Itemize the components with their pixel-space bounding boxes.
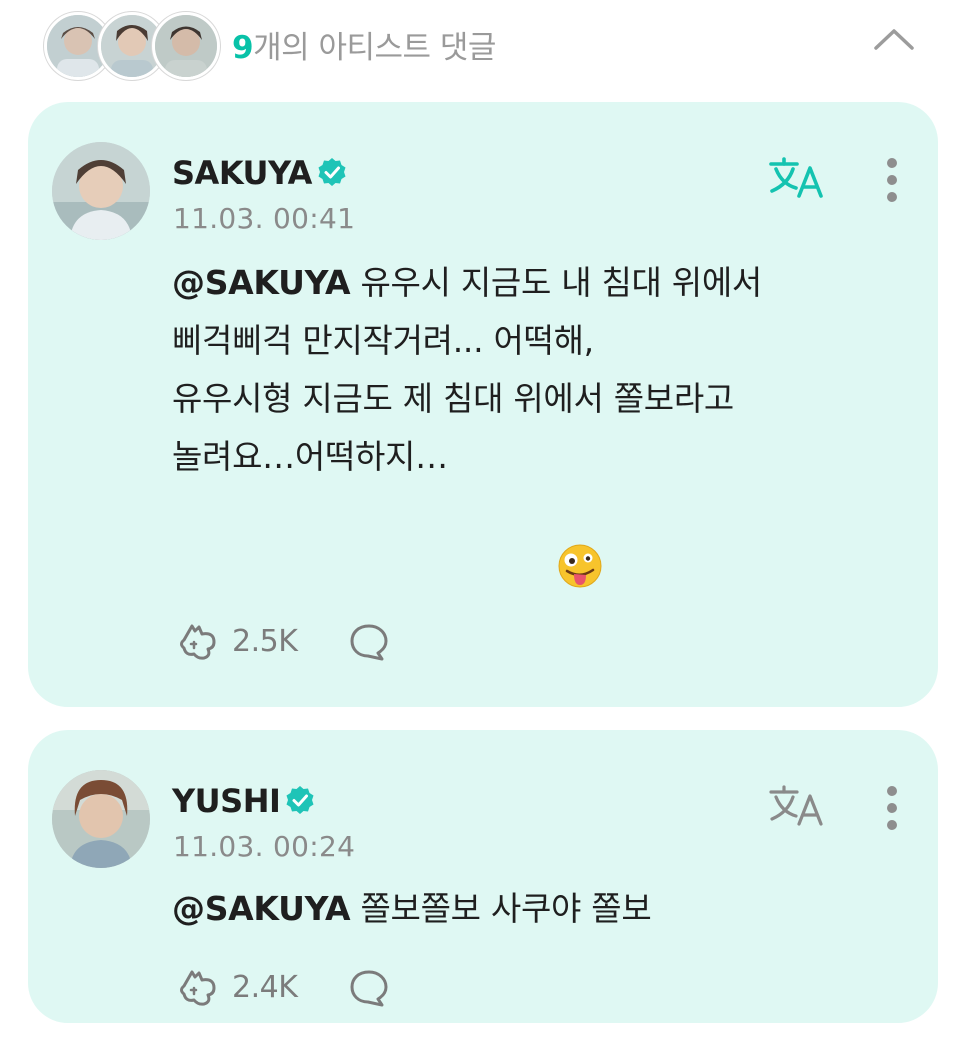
reply-icon[interactable] <box>348 968 390 1008</box>
author-name[interactable]: SAKUYA <box>172 154 348 192</box>
comment-timestamp: 11.03. 00:41 <box>173 202 356 235</box>
mention-link[interactable]: @SAKUYA <box>172 889 351 928</box>
chevron-up-icon[interactable] <box>872 24 916 54</box>
comment-actions: 2.5K <box>176 620 416 664</box>
like-count: 2.4K <box>232 970 298 1005</box>
comment-line: 유우시형 지금도 제 침대 위에서 쫄보라고 <box>172 379 734 418</box>
comment-count-label: 개의 아티스트 댓글 <box>253 30 496 66</box>
avatar[interactable] <box>52 142 150 240</box>
comment-line: 놀려요…어떡하지… <box>172 437 448 476</box>
author-name-text: YUSHI <box>172 782 281 820</box>
comment-body: @SAKUYA 쫄보쫄보 사쿠야 쫄보 <box>172 880 652 938</box>
comment-line: 쫄보쫄보 사쿠야 쫄보 <box>350 889 652 928</box>
reply-icon[interactable] <box>348 622 390 662</box>
comment-line: 유우시 지금도 내 침대 위에서 <box>350 263 762 302</box>
translate-icon[interactable] <box>768 156 826 200</box>
verified-badge-icon <box>286 786 314 814</box>
author-name-text: SAKUYA <box>172 154 312 192</box>
comment-card: SAKUYA 11.03. 00:41 @SAKUYA 유우시 지금도 내 침대… <box>28 102 938 707</box>
comment-line: 삐걱삐걱 만지작거려... 어떡해, <box>172 321 594 360</box>
artist-comments-header[interactable]: 9개의 아티스트 댓글 <box>0 0 966 92</box>
comment-count-number: 9 <box>232 30 254 66</box>
like-icon[interactable] <box>176 622 220 662</box>
artist-avatar-stack <box>44 12 220 80</box>
mention-link[interactable]: @SAKUYA <box>172 263 351 302</box>
artist-comment-count: 9개의 아티스트 댓글 <box>232 22 496 67</box>
translate-icon[interactable] <box>768 784 826 828</box>
like-count: 2.5K <box>232 624 298 659</box>
avatar[interactable] <box>52 770 150 868</box>
comment-card: YUSHI 11.03. 00:24 @SAKUYA 쫄보쫄보 사쿠야 쫄보 2… <box>28 730 938 1023</box>
more-options-icon[interactable] <box>885 158 899 206</box>
author-name[interactable]: YUSHI <box>172 782 316 820</box>
more-options-icon[interactable] <box>885 786 899 834</box>
like-icon[interactable] <box>176 968 220 1008</box>
comment-actions: 2.4K <box>176 966 416 1010</box>
zany-face-emoji <box>558 544 602 588</box>
artist-avatar <box>152 12 220 80</box>
comment-timestamp: 11.03. 00:24 <box>173 830 356 863</box>
verified-badge-icon <box>318 158 346 186</box>
comment-body: @SAKUYA 유우시 지금도 내 침대 위에서삐걱삐걱 만지작거려... 어떡… <box>172 254 762 486</box>
